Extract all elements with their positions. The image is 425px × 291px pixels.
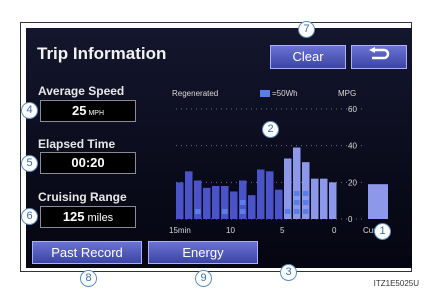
y-tick-40: 40 [348, 142, 357, 151]
x-tick-5: 5 [280, 226, 285, 235]
x-tick-10: 10 [226, 226, 235, 235]
callout-1: 1 [374, 223, 391, 240]
regen-mark [240, 200, 246, 205]
mpg-bar [293, 147, 301, 219]
callout-4: 4 [21, 102, 38, 119]
regen-mark [294, 200, 300, 205]
energy-button[interactable]: Energy [148, 241, 258, 264]
callout-2: 2 [262, 121, 279, 138]
regen-mark [294, 191, 300, 196]
regen-mark [294, 209, 300, 214]
regen-mark [240, 209, 246, 214]
callout-9: 9 [195, 270, 212, 287]
mpg-bar [212, 186, 220, 219]
mpg-bar [320, 178, 328, 219]
regen-mark [303, 209, 309, 214]
regen-mark [303, 200, 309, 205]
callout-6: 6 [21, 208, 38, 225]
x-tick-0: 0 [332, 226, 337, 235]
figure-code: ITZ1E5025U [373, 279, 419, 288]
regen-mark [303, 191, 309, 196]
mpg-bar [230, 191, 238, 219]
mpg-bar [311, 178, 319, 219]
mpg-bar [203, 187, 211, 219]
mpg-bar [221, 186, 229, 219]
y-tick-0: 0 [348, 215, 353, 224]
callout-3: 3 [280, 264, 297, 281]
mpg-bar [266, 171, 274, 219]
mpg-bar [176, 182, 184, 219]
regen-mark [222, 209, 228, 214]
x-tick-15min: 15min [169, 226, 191, 235]
y-tick-60: 60 [348, 105, 357, 114]
callout-5: 5 [21, 155, 38, 172]
mpg-bar [248, 195, 256, 219]
mpg-bar [185, 171, 193, 219]
current-mpg-bar [368, 184, 388, 219]
mpg-bar [257, 169, 265, 219]
callout-7: 7 [298, 21, 315, 38]
regen-mark [285, 209, 291, 214]
mpg-bar [329, 182, 337, 219]
mpg-bar [275, 189, 283, 219]
past-record-button[interactable]: Past Record [32, 241, 142, 264]
y-tick-20: 20 [348, 178, 357, 187]
callout-8: 8 [80, 270, 97, 287]
regen-mark [195, 209, 201, 214]
